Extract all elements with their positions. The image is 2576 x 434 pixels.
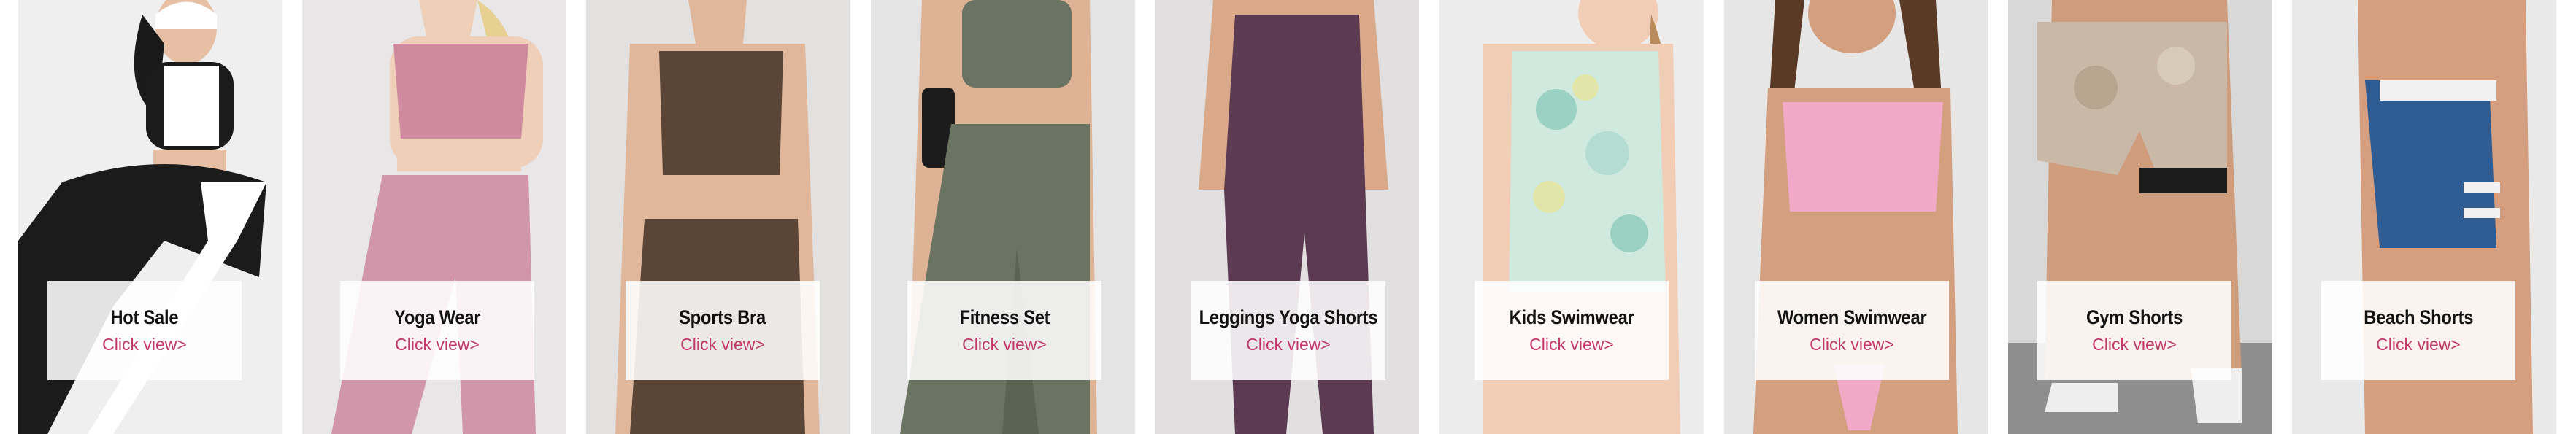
category-caption: Gym Shorts Click view> [2037, 281, 2231, 380]
click-view-link[interactable]: Click view> [2376, 335, 2461, 354]
category-caption: Leggings Yoga Shorts Click view> [1191, 281, 1385, 380]
category-caption: Hot Sale Click view> [47, 281, 242, 380]
category-tile-gym-shorts[interactable]: Gym Shorts Click view> [2008, 0, 2272, 434]
category-tile-fitness-set[interactable]: Fitness Set Click view> [871, 0, 1135, 434]
category-tile-kids-swimwear[interactable]: Kids Swimwear Click view> [1439, 0, 1704, 434]
category-title: Hot Sale [110, 306, 179, 328]
click-view-link[interactable]: Click view> [1529, 335, 1614, 354]
category-caption: Yoga Wear Click view> [340, 281, 534, 380]
category-title: Gym Shorts [2085, 306, 2183, 328]
category-tile-beach-shorts[interactable]: Beach Shorts Click view> [2292, 0, 2556, 434]
category-tile-yoga-wear[interactable]: Yoga Wear Click view> [302, 0, 566, 434]
category-caption: Sports Bra Click view> [626, 281, 820, 380]
category-caption: Kids Swimwear Click view> [1475, 281, 1669, 380]
category-tile-women-swimwear[interactable]: Women Swimwear Click view> [1724, 0, 1988, 434]
category-caption: Fitness Set Click view> [907, 281, 1101, 380]
click-view-link[interactable]: Click view> [1246, 335, 1331, 354]
click-view-link[interactable]: Click view> [102, 335, 187, 354]
category-tile-leggings-yoga-shorts[interactable]: Leggings Yoga Shorts Click view> [1155, 0, 1419, 434]
category-title: Leggings Yoga Shorts [1199, 306, 1378, 328]
category-caption: Beach Shorts Click view> [2321, 281, 2515, 380]
click-view-link[interactable]: Click view> [395, 335, 480, 354]
category-tile-hot-sale[interactable]: Hot Sale Click view> [18, 0, 282, 434]
category-title: Yoga Wear [393, 306, 481, 328]
category-title: Beach Shorts [2363, 306, 2473, 328]
click-view-link[interactable]: Click view> [680, 335, 765, 354]
category-title: Sports Bra [679, 306, 766, 328]
click-view-link[interactable]: Click view> [962, 335, 1047, 354]
category-title: Fitness Set [959, 306, 1050, 328]
category-title: Women Swimwear [1777, 306, 1927, 328]
click-view-link[interactable]: Click view> [2092, 335, 2177, 354]
category-title: Kids Swimwear [1509, 306, 1634, 328]
category-caption: Women Swimwear Click view> [1755, 281, 1949, 380]
category-strip: Hot Sale Click view> Yoga Wear Click vie… [0, 0, 2576, 434]
click-view-link[interactable]: Click view> [1810, 335, 1894, 354]
category-tile-sports-bra[interactable]: Sports Bra Click view> [586, 0, 850, 434]
